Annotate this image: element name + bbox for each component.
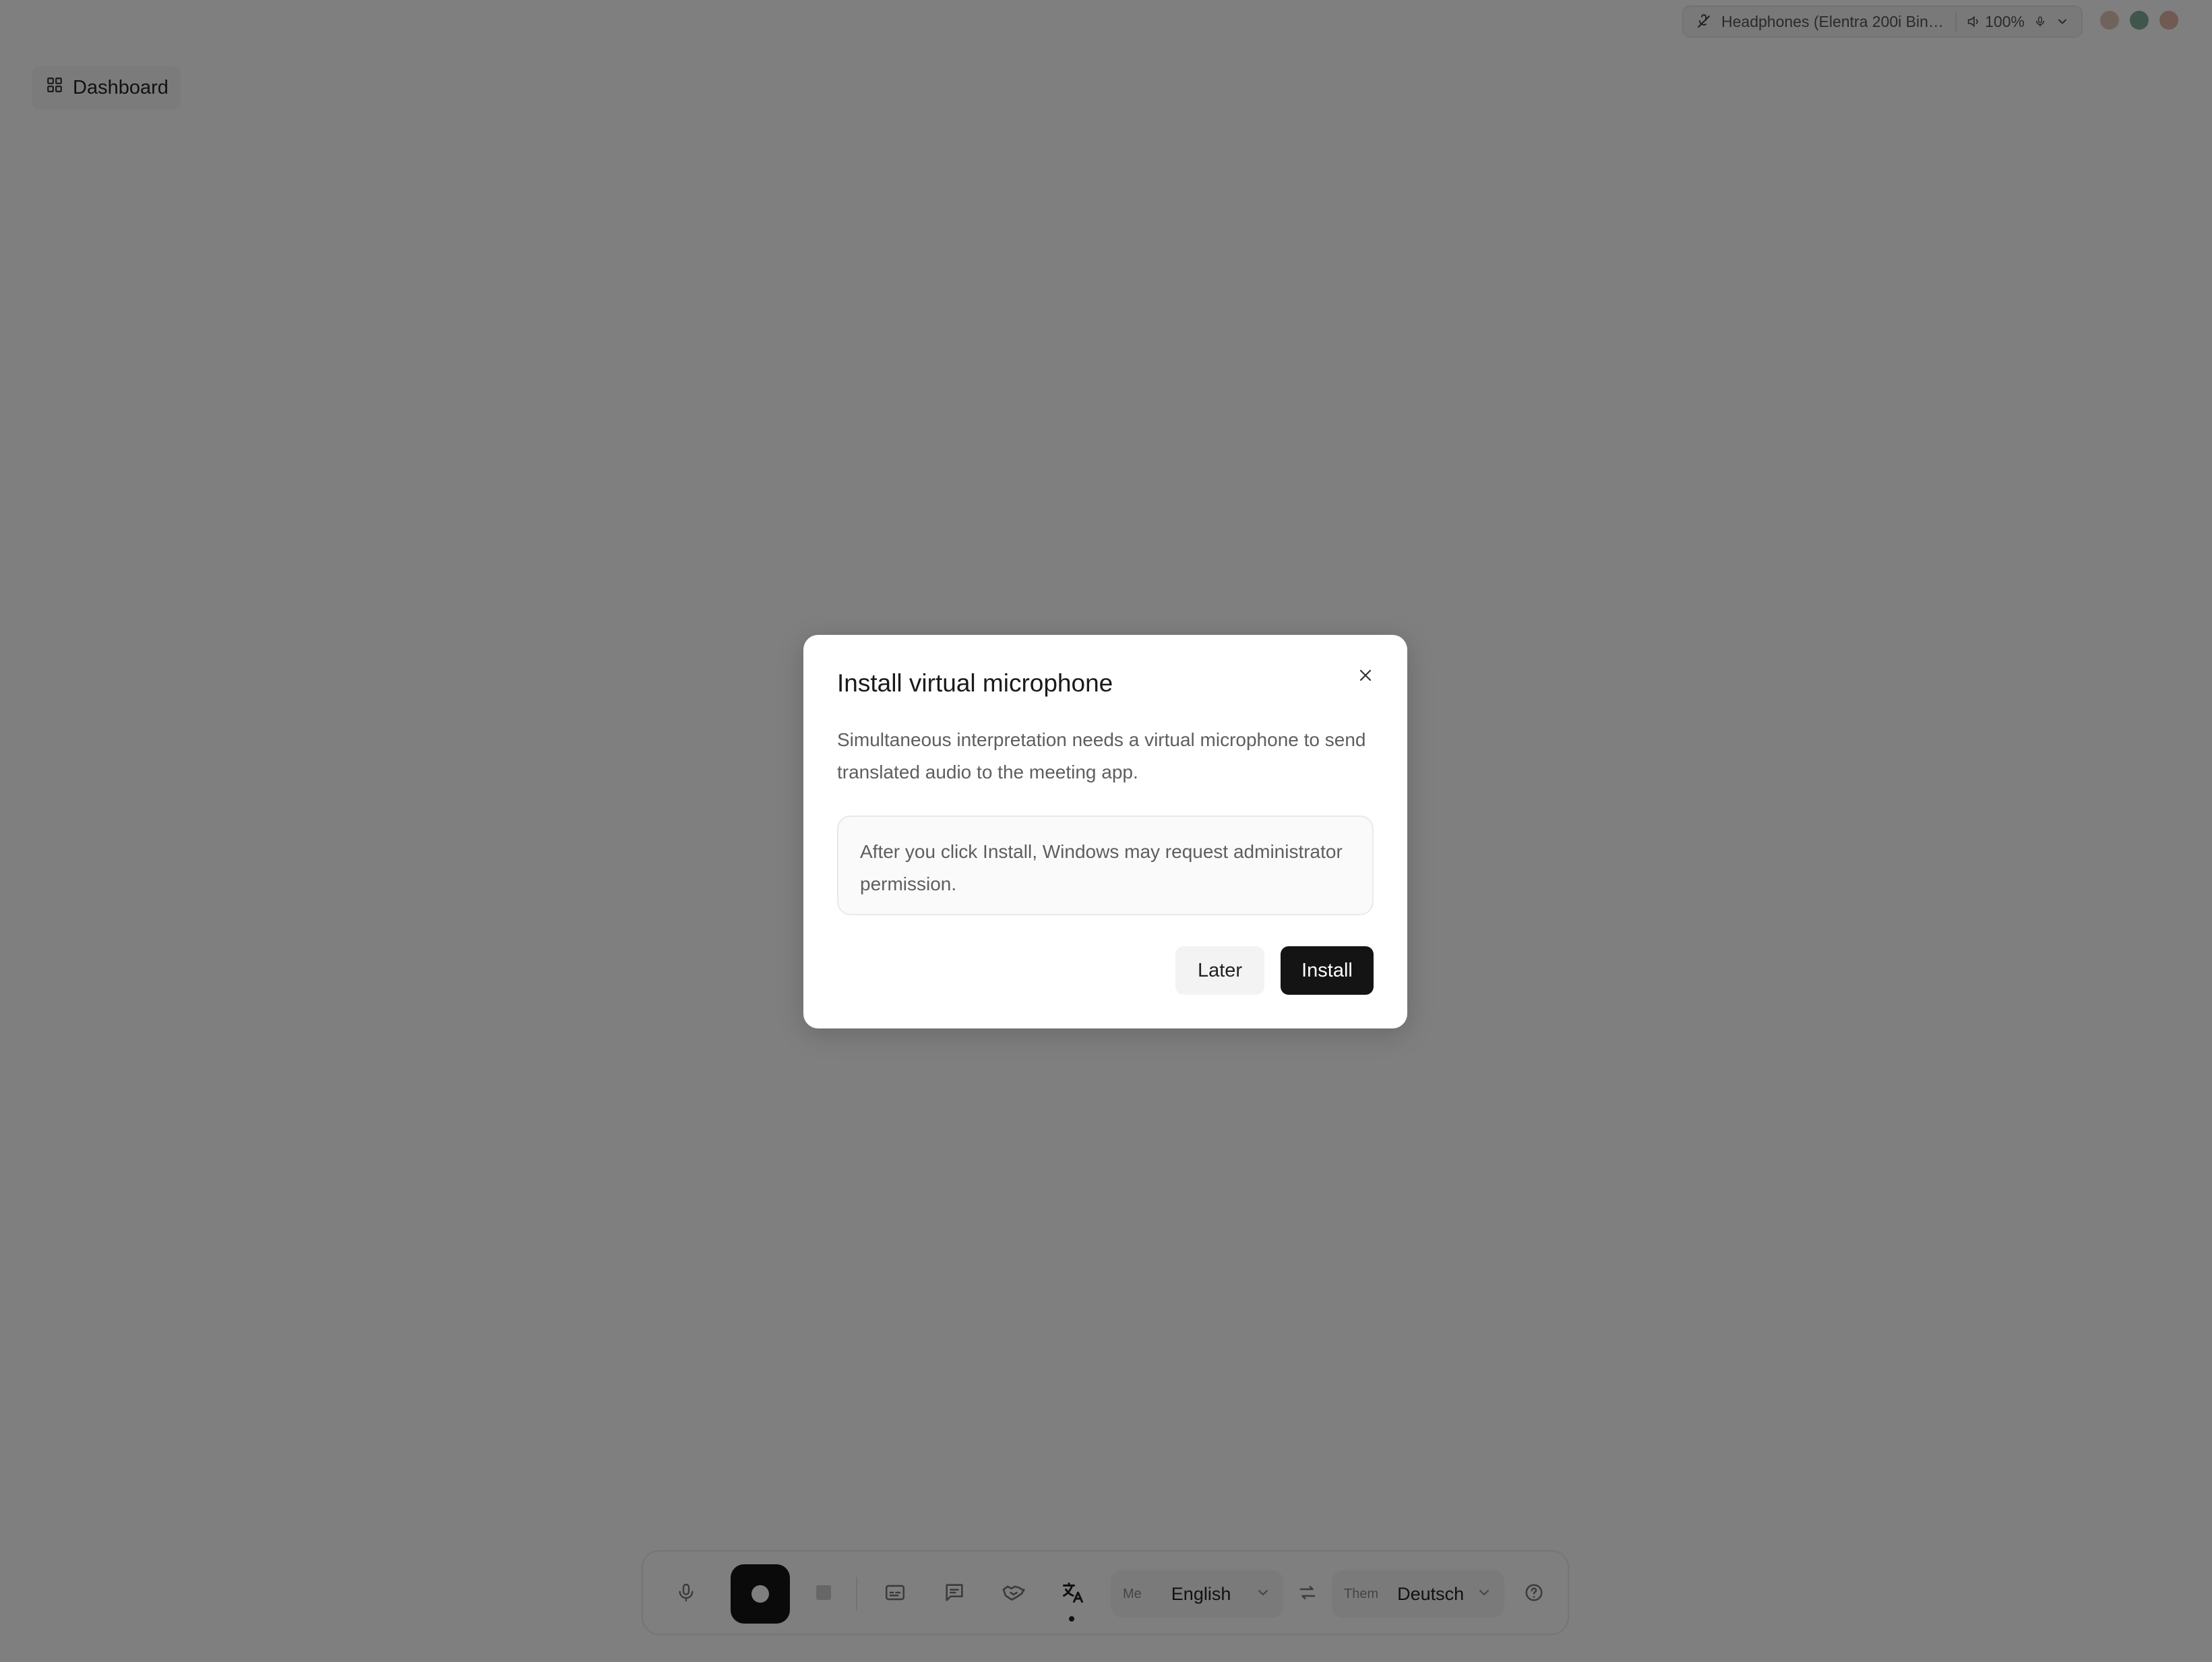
later-button[interactable]: Later — [1175, 946, 1264, 995]
dialog-description: Simultaneous interpretation needs a virt… — [837, 729, 1366, 782]
close-icon[interactable] — [1349, 659, 1382, 691]
admin-permission-note: After you click Install, Windows may req… — [837, 815, 1374, 915]
dialog-title: Install virtual microphone — [837, 669, 1113, 697]
dialog-actions: Later Install — [1175, 946, 1374, 995]
install-virtual-microphone-dialog: Install virtual microphone Simultaneous … — [803, 635, 1407, 1028]
install-button[interactable]: Install — [1281, 946, 1374, 995]
